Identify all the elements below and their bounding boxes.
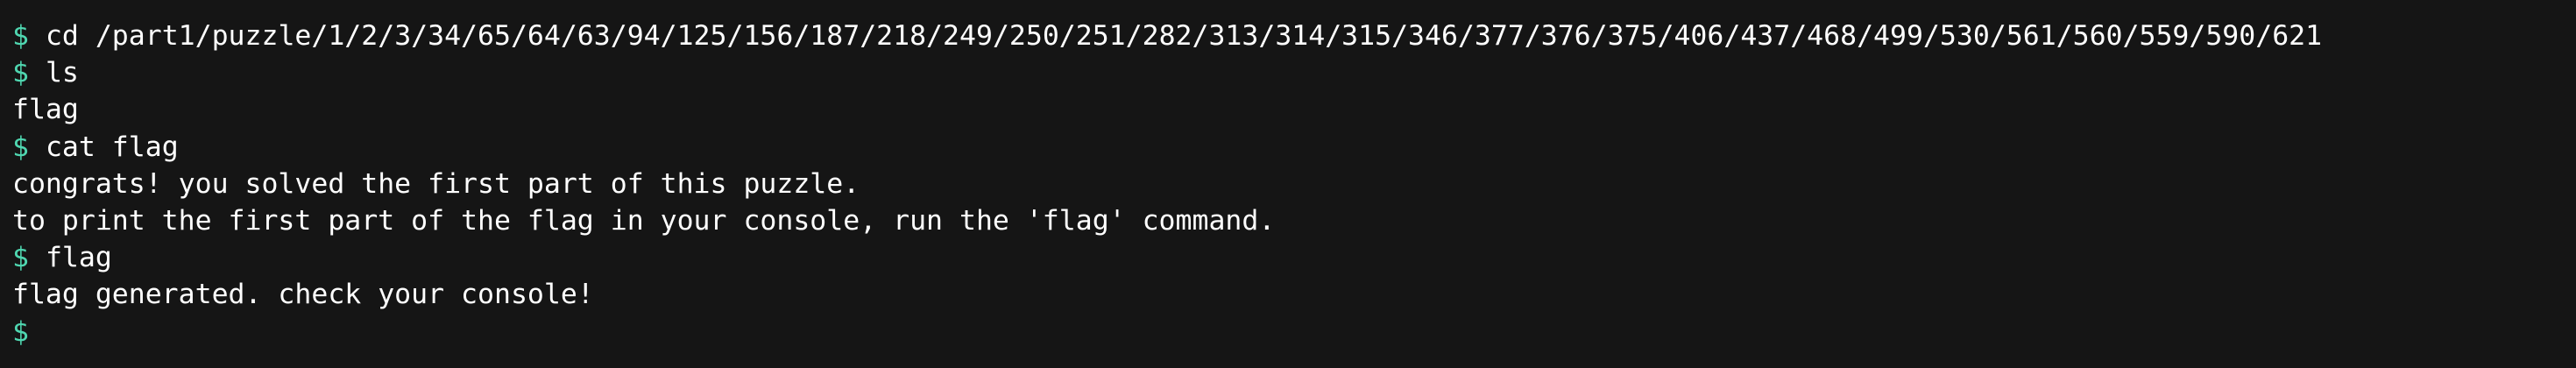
command-text: cat flag [45, 131, 179, 163]
command-line-cat: $ cat flag [12, 129, 2576, 166]
prompt-symbol: $ [12, 20, 29, 52]
output-line: flag [12, 94, 79, 126]
command-line-flag: $ flag [12, 239, 2576, 276]
command-text: flag [45, 242, 112, 274]
output-line: flag generated. check your console! [12, 279, 594, 311]
active-prompt-line[interactable]: $ [12, 314, 2576, 350]
terminal-window[interactable]: $ cd /part1/puzzle/1/2/3/34/65/64/63/94/… [0, 0, 2576, 368]
output-line: congrats! you solved the first part of t… [12, 167, 860, 200]
command-line-cd: $ cd /part1/puzzle/1/2/3/34/65/64/63/94/… [12, 18, 2576, 54]
command-line-ls: $ ls [12, 54, 2576, 91]
command-text: cd /part1/puzzle/1/2/3/34/65/64/63/94/12… [45, 20, 2323, 52]
prompt-symbol: $ [12, 315, 29, 348]
output-line: to print the first part of the flag in y… [12, 204, 1276, 237]
command-text: ls [45, 57, 79, 89]
prompt-symbol: $ [12, 131, 29, 163]
prompt-symbol: $ [12, 242, 29, 274]
prompt-symbol: $ [12, 57, 29, 89]
